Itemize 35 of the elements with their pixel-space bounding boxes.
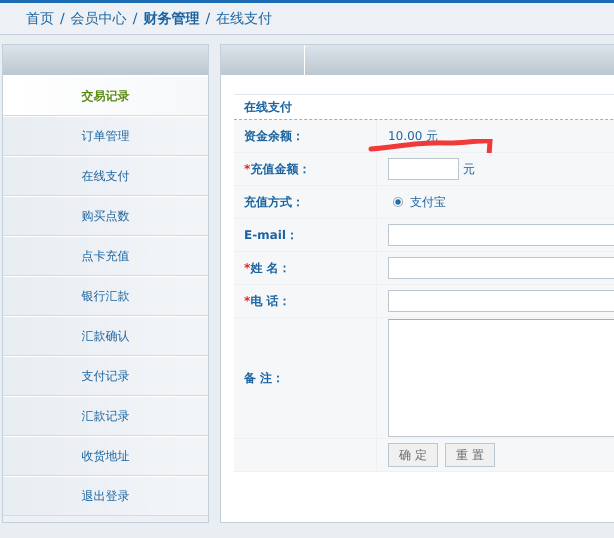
- form-button[interactable]: 重 置: [445, 443, 495, 467]
- field-label: 备 注：: [244, 370, 284, 386]
- sidebar-item[interactable]: 收货地址: [3, 436, 208, 476]
- breadcrumb-link[interactable]: 首页: [26, 10, 54, 28]
- sidebar-item[interactable]: 支付记录: [3, 356, 208, 396]
- sidebar-item[interactable]: 汇款记录: [3, 396, 208, 436]
- sidebar-item[interactable]: 银行汇款: [3, 276, 208, 316]
- radio-button[interactable]: [393, 197, 403, 207]
- field-label: *充值金额：: [244, 160, 310, 178]
- radio-option[interactable]: 支付宝: [393, 194, 446, 210]
- amount-field[interactable]: [388, 158, 459, 180]
- radio-label: 支付宝: [410, 194, 446, 210]
- sidebar-item[interactable]: 汇款确认: [3, 316, 208, 356]
- form-button[interactable]: 确 定: [388, 443, 438, 467]
- breadcrumb-separator: /: [205, 11, 210, 27]
- breadcrumb-separator: /: [60, 11, 65, 27]
- sidebar-item[interactable]: 点卡充值: [3, 236, 208, 276]
- sidebar-item[interactable]: 在线支付: [3, 156, 208, 196]
- sidebar-item[interactable]: 购买点数: [3, 196, 208, 236]
- field-label: E-mail：: [244, 226, 298, 244]
- breadcrumb-link[interactable]: 会员中心: [70, 10, 127, 28]
- sidebar-item[interactable]: 订单管理: [3, 116, 208, 156]
- sidebar-item[interactable]: 退出登录: [3, 476, 208, 516]
- sidebar-item[interactable]: 交易记录: [3, 76, 208, 116]
- breadcrumb-separator: /: [132, 11, 138, 27]
- field-label: 充值方式：: [244, 194, 304, 210]
- input-field[interactable]: [388, 290, 614, 312]
- field-label: *电 话：: [244, 292, 290, 310]
- field-label: 资金余额：: [244, 128, 304, 144]
- field-label: *姓 名：: [244, 260, 290, 276]
- input-field[interactable]: [388, 257, 614, 279]
- unit-label: 元: [463, 160, 475, 178]
- input-field[interactable]: [388, 224, 614, 246]
- breadcrumb-link[interactable]: 财务管理: [143, 10, 200, 28]
- breadcrumb-link[interactable]: 在线支付: [216, 10, 272, 28]
